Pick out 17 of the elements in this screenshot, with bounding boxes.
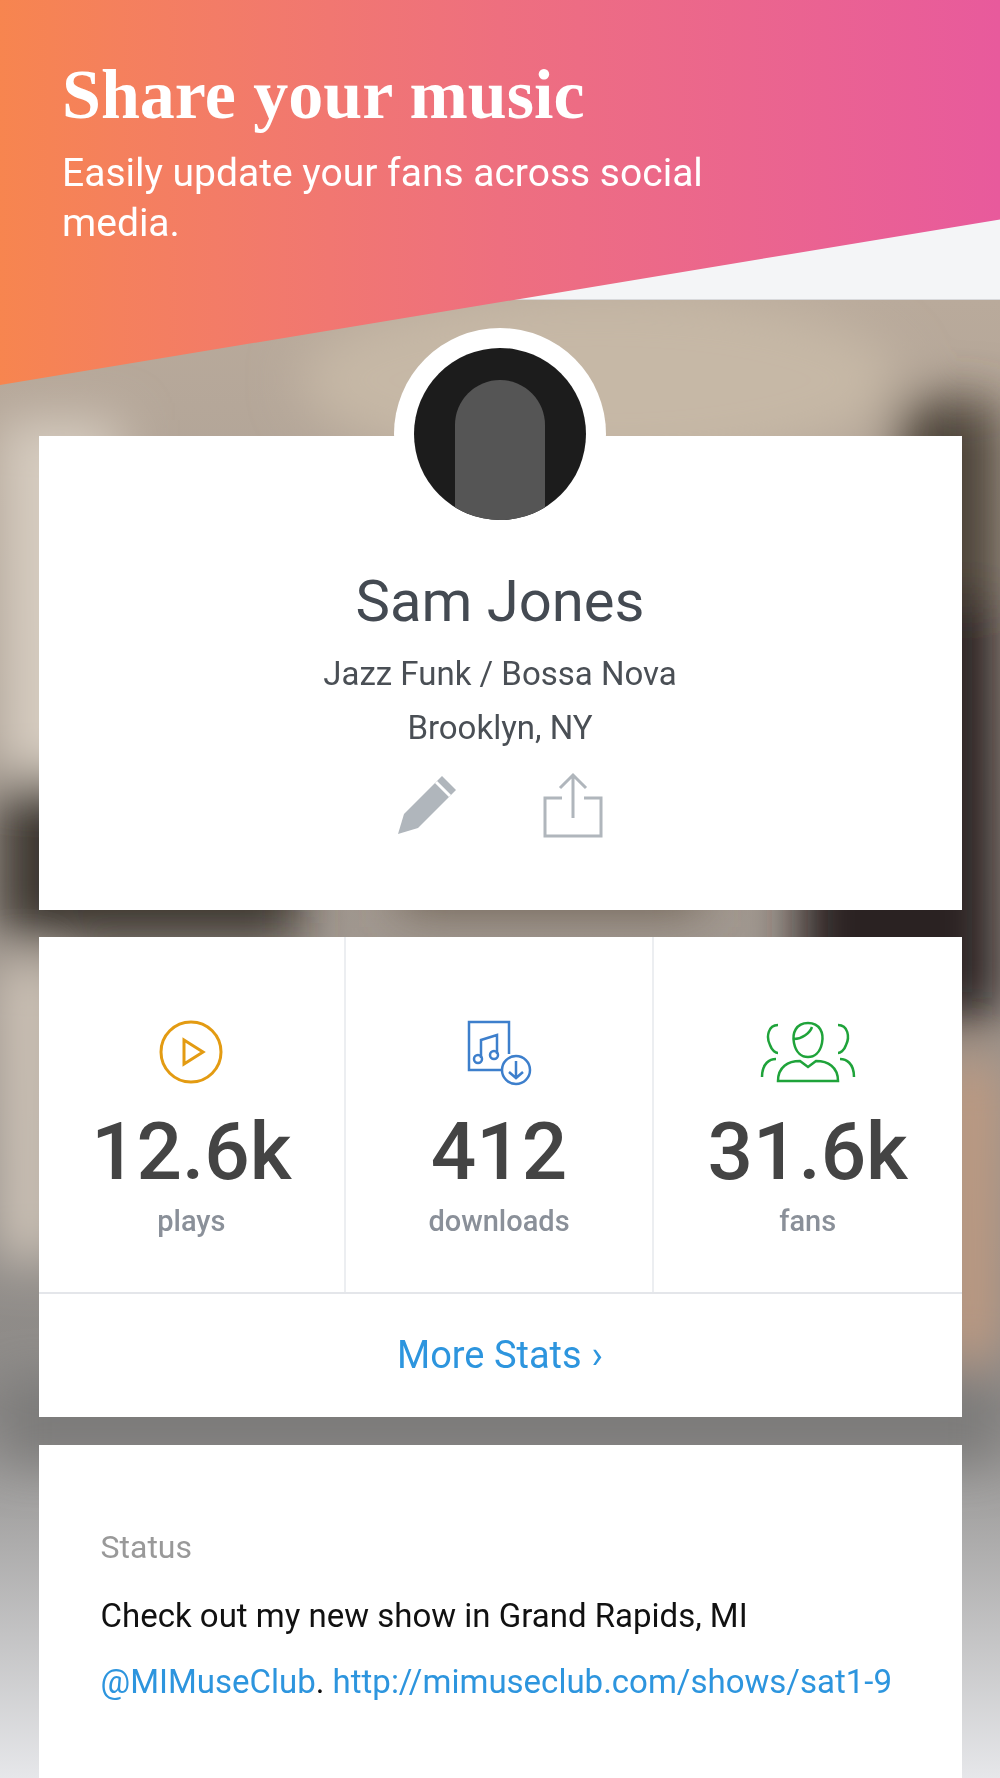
status-label: Status [100,1527,193,1568]
mention-link[interactable]: @MIMuseClub [100,1662,316,1701]
status-text: Check out my new show in Grand Rapids, MI @MIMuseClub. http://mimuseclub.com/shows/sat1-9 [100,1595,893,1703]
stat-value: 12.6k [91,1107,292,1197]
url-link[interactable]: http://mimuseclub.com/shows/sat1-9 [332,1662,892,1701]
share-icon [542,772,604,838]
location: Brooklyn, NY [407,707,593,749]
artist-name: Sam Jones [355,566,645,636]
banner-title: Share your music [62,55,586,135]
stat-value: 412 [430,1107,568,1197]
genre: Jazz Funk / Bossa Nova [323,653,677,695]
stat-label: fans [779,1203,837,1240]
more-stats-link[interactable]: More Stats › [38,1294,962,1417]
stat-value: 31.6k [707,1107,908,1197]
stat-label: downloads [428,1203,570,1240]
stat-label: plays [157,1203,226,1240]
banner-subtitle: Easily update your fans across social media. [62,149,704,248]
